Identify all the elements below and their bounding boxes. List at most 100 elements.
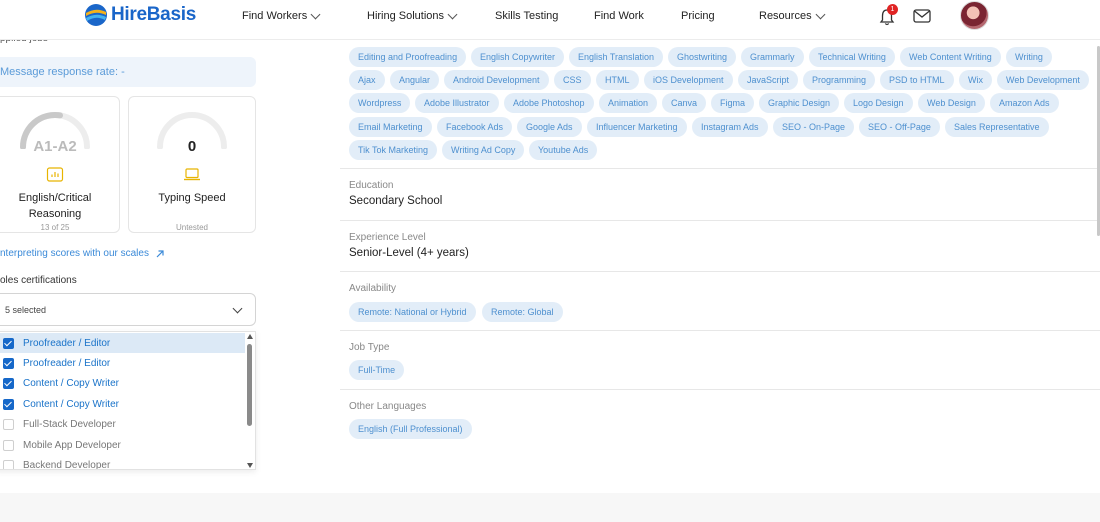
mail-icon[interactable] xyxy=(913,9,931,23)
laptop-icon xyxy=(184,168,200,181)
skill-chip: Writing xyxy=(1006,47,1052,67)
skill-chip: Adobe Photoshop xyxy=(504,93,594,113)
checkbox-unchecked-icon[interactable] xyxy=(3,439,14,451)
nav-find-work[interactable]: Find Work xyxy=(594,10,644,22)
skill-chip: Writing Ad Copy xyxy=(442,140,525,160)
divider xyxy=(340,168,1100,169)
checkbox-checked-icon[interactable] xyxy=(3,337,14,349)
score-label: English/Critical Reasoning xyxy=(18,192,92,220)
nav-label: Find Work xyxy=(594,10,644,22)
avatar[interactable] xyxy=(960,1,989,30)
chevron-down-icon xyxy=(815,9,826,19)
skill-chip: Android Development xyxy=(444,70,549,90)
dropdown-option[interactable]: Content / Copy Writer xyxy=(0,394,245,414)
dropdown-scrollbar[interactable] xyxy=(245,332,254,469)
divider xyxy=(340,389,1100,390)
nav-label: Find Workers xyxy=(242,10,308,22)
skill-chip: JavaScript xyxy=(738,70,799,90)
skill-chip: Amazon Ads xyxy=(990,93,1059,113)
availability-label: Availability xyxy=(349,283,397,294)
nav-pricing[interactable]: Pricing xyxy=(681,10,715,22)
skill-chip: Canva xyxy=(662,93,707,113)
skill-chip: PSD to HTML xyxy=(880,70,954,90)
option-label: Content / Copy Writer xyxy=(23,378,119,390)
roles-dropdown: Proofreader / Editor Proofreader / Editor… xyxy=(0,331,256,470)
dropdown-option[interactable]: Backend Developer xyxy=(0,455,245,470)
skill-chip: Web Content Writing xyxy=(900,47,1001,67)
score-sub: Untested xyxy=(175,223,209,232)
language-chip: English (Full Professional) xyxy=(349,419,472,439)
languages-label: Other Languages xyxy=(349,401,427,412)
footer-band xyxy=(0,493,1100,522)
dropdown-option[interactable]: Mobile App Developer xyxy=(0,435,245,455)
english-score-card[interactable]: A1-A2 English/Critical Reasoning 13 of 2… xyxy=(0,96,120,233)
skill-chip: Figma xyxy=(711,93,755,113)
checkbox-checked-icon[interactable] xyxy=(3,357,14,369)
skill-chip: Editing and Proofreading xyxy=(349,47,467,67)
nav-label: Pricing xyxy=(681,10,715,22)
availability-chip: Remote: National or Hybrid xyxy=(349,302,476,322)
option-label: Backend Developer xyxy=(23,459,111,470)
skill-chip: Google Ads xyxy=(517,117,582,137)
nav-hiring-solutions[interactable]: Hiring Solutions xyxy=(367,9,458,22)
skill-chip: Tik Tok Marketing xyxy=(349,140,438,160)
message-response-rate: Message response rate: - xyxy=(0,66,125,78)
skill-chip: CSS xyxy=(554,70,591,90)
scroll-thumb[interactable] xyxy=(247,344,252,426)
external-link-icon xyxy=(156,249,164,257)
skill-chip: SEO - On-Page xyxy=(773,117,855,137)
checkbox-checked-icon[interactable] xyxy=(3,398,14,410)
skill-chip: Web Development xyxy=(997,70,1089,90)
score-value: 0 xyxy=(187,138,197,155)
dropdown-option[interactable]: Proofreader / Editor xyxy=(0,353,245,373)
skill-chip: Grammarly xyxy=(741,47,804,67)
skill-chip: Sales Representative xyxy=(945,117,1049,137)
checkbox-unchecked-icon[interactable] xyxy=(3,419,14,431)
skill-chip: Instagram Ads xyxy=(692,117,768,137)
scroll-down-icon[interactable] xyxy=(247,463,253,468)
option-label: Full-Stack Developer xyxy=(23,419,116,431)
chevron-down-icon xyxy=(447,9,458,19)
divider xyxy=(340,220,1100,221)
select-value: 5 selected xyxy=(5,305,47,315)
logo-mark-icon xyxy=(85,4,107,26)
logo-text: HireBasis xyxy=(111,4,196,25)
skill-chip: iOS Development xyxy=(644,70,733,90)
nav-find-workers[interactable]: Find Workers xyxy=(242,9,321,22)
skill-chip: Youtube Ads xyxy=(529,140,598,160)
skill-chip: SEO - Off-Page xyxy=(859,117,940,137)
job-type-label: Job Type xyxy=(349,342,390,353)
checkbox-unchecked-icon[interactable] xyxy=(3,459,14,469)
notification-badge: 1 xyxy=(887,4,898,15)
nav-skills-testing[interactable]: Skills Testing xyxy=(495,10,558,22)
skill-chip: Programming xyxy=(803,70,876,90)
experience-label: Experience Level xyxy=(349,232,426,243)
education-label: Education xyxy=(349,180,394,191)
typing-score-card[interactable]: 0 Typing Speed Untested xyxy=(128,96,256,233)
option-label: Proofreader / Editor xyxy=(23,357,111,369)
job-type-chip: Full-Time xyxy=(349,360,405,380)
education-value: Secondary School xyxy=(349,195,443,207)
interpret-scores-link[interactable]: nterpreting scores with our scales xyxy=(0,248,165,259)
checkbox-checked-icon[interactable] xyxy=(3,378,14,390)
divider xyxy=(340,330,1100,331)
nav-resources[interactable]: Resources xyxy=(759,9,826,22)
option-label: Mobile App Developer xyxy=(23,439,121,451)
nav-label: Resources xyxy=(759,10,812,22)
chevron-down-icon xyxy=(232,303,243,314)
availability-chip: Remote: Global xyxy=(482,302,563,322)
dropdown-option[interactable]: Content / Copy Writer xyxy=(0,374,245,394)
roles-select[interactable]: 5 selected xyxy=(0,293,256,326)
score-sub: 13 of 25 xyxy=(40,223,70,232)
skill-chip: English Copywriter xyxy=(471,47,565,67)
score-value: A1-A2 xyxy=(33,138,77,155)
dropdown-option[interactable]: Full-Stack Developer xyxy=(0,415,245,435)
hirebasis-logo[interactable]: HireBasis xyxy=(84,3,196,27)
scroll-up-icon[interactable] xyxy=(247,334,253,339)
dropdown-option[interactable]: Proofreader / Editor xyxy=(0,333,245,353)
divider xyxy=(340,271,1100,272)
skill-chip: Wordpress xyxy=(349,93,411,113)
option-label: Content / Copy Writer xyxy=(23,398,119,410)
skill-chip: English Translation xyxy=(569,47,664,67)
skill-chip: Wix xyxy=(959,70,992,90)
